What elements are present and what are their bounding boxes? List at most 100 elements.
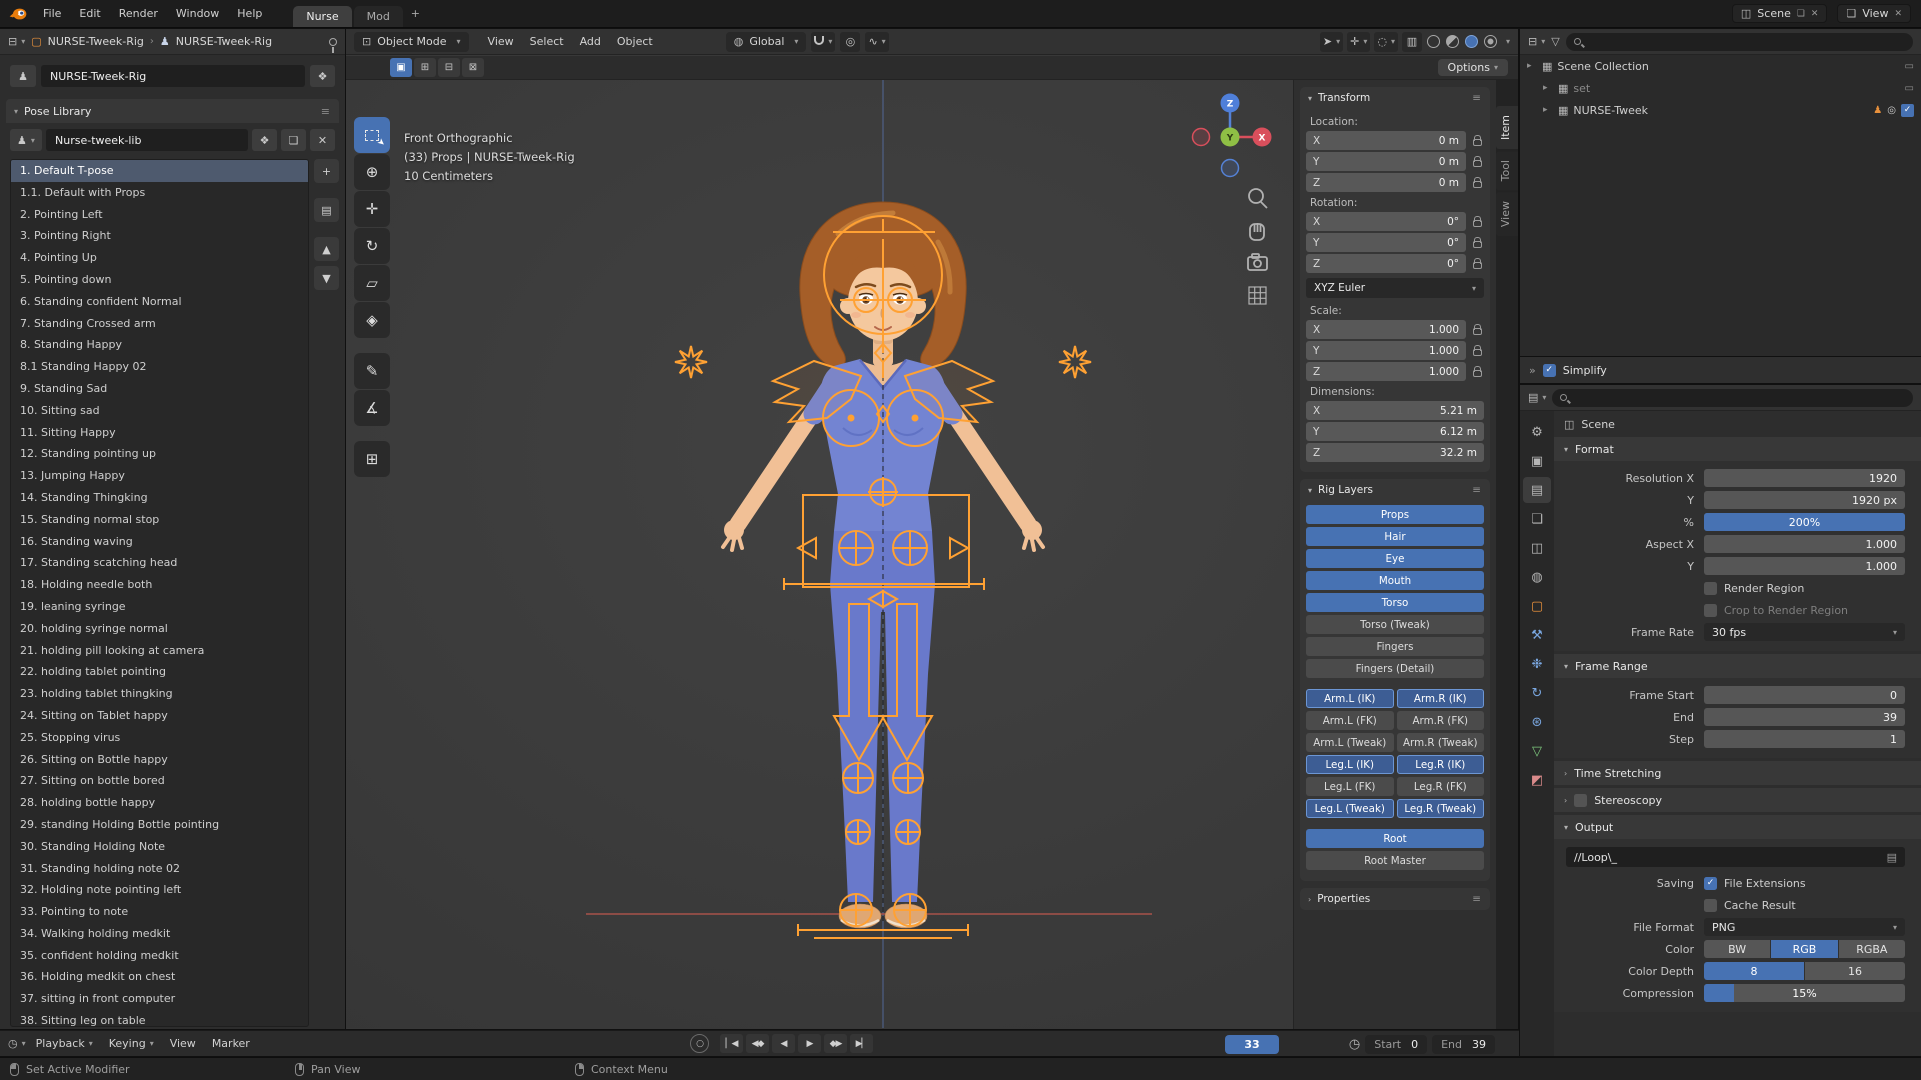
scene-selector[interactable]: ◫ Scene ❏ ✕: [1732, 4, 1828, 23]
outliner-search-input[interactable]: [1566, 33, 1913, 51]
view-layer-selector[interactable]: ❏ View ✕: [1837, 4, 1911, 23]
format-panel-header[interactable]: ▾ Format: [1554, 437, 1921, 461]
pose-list-item[interactable]: 20. holding syringe normal: [11, 618, 308, 640]
breadcrumb-data[interactable]: NURSE-Tweek-Rig: [176, 35, 272, 48]
format-y-field[interactable]: 1.000: [1704, 557, 1905, 575]
rig-layer-hair[interactable]: Hair: [1306, 527, 1484, 546]
jump-to-end-button[interactable]: ▶▏: [850, 1034, 873, 1053]
move-pose-down-button[interactable]: ▼: [314, 266, 339, 290]
tool-annotate[interactable]: ✎: [354, 353, 390, 389]
rig-layer-eye[interactable]: Eye: [1306, 549, 1484, 568]
shading-wireframe-button[interactable]: [1427, 35, 1440, 48]
properties-tab-view-layer[interactable]: ❏: [1523, 506, 1551, 532]
pose-list-item[interactable]: 34. Walking holding medkit: [11, 923, 308, 945]
pose-list-item[interactable]: 29. standing Holding Bottle pointing: [11, 814, 308, 836]
next-keyframe-button[interactable]: ◆▶: [824, 1034, 847, 1053]
pose-specials-button[interactable]: ▤: [314, 198, 339, 222]
properties-tab-scene[interactable]: ◫: [1523, 535, 1551, 561]
pose-list-item[interactable]: 8. Standing Happy: [11, 334, 308, 356]
rig-layer-arm-l-fk[interactable]: Arm.L (FK): [1306, 711, 1394, 730]
outliner-row-set[interactable]: ▸▦set▭: [1520, 77, 1921, 99]
rig-layer-fingers-detail[interactable]: Fingers (Detail): [1306, 659, 1484, 678]
remove-view-layer-icon[interactable]: ✕: [1894, 9, 1902, 19]
lock-icon[interactable]: [1470, 135, 1484, 146]
properties-tab-tool[interactable]: ⚙: [1523, 419, 1551, 445]
viewport-menu-object[interactable]: Object: [609, 35, 661, 48]
pose-list-item[interactable]: 1.1. Default with Props: [11, 182, 308, 204]
transform-location-z-field[interactable]: Z0 m: [1306, 173, 1466, 192]
timeline-menu-playback[interactable]: Playback▾: [28, 1037, 101, 1050]
editor-type-icon[interactable]: ◷▾: [8, 1037, 26, 1050]
folder-icon[interactable]: ▤: [1887, 851, 1897, 864]
viewport-menu-select[interactable]: Select: [522, 35, 572, 48]
menu-window[interactable]: Window: [167, 0, 228, 28]
transform-dimensions-z-field[interactable]: Z32.2 m: [1306, 443, 1484, 462]
overlays-toggle[interactable]: ◌▾: [1374, 32, 1398, 52]
pose-list-item[interactable]: 17. Standing scatching head: [11, 552, 308, 574]
npanel-tab-tool[interactable]: Tool: [1496, 151, 1518, 190]
tool-rotate[interactable]: ↻: [354, 228, 390, 264]
disclosure-triangle-icon[interactable]: ▸: [1527, 61, 1537, 71]
pose-list-item[interactable]: 30. Standing Holding Note: [11, 836, 308, 858]
pose-list-item[interactable]: 2. Pointing Left: [11, 204, 308, 226]
transform-dimensions-x-field[interactable]: X5.21 m: [1306, 401, 1484, 420]
pose-list-item[interactable]: 7. Standing Crossed arm: [11, 313, 308, 335]
tool-scale[interactable]: ▱: [354, 265, 390, 301]
filter-icon[interactable]: ▽: [1551, 35, 1559, 48]
fake-user-shield-icon[interactable]: ❖: [310, 65, 335, 87]
stereoscopy-checkbox[interactable]: [1574, 794, 1587, 807]
rig-layer-root-master[interactable]: Root Master: [1306, 851, 1484, 870]
properties-tab-output[interactable]: ▤: [1523, 477, 1551, 503]
pose-list-item[interactable]: 27. Sitting on bottle bored: [11, 770, 308, 792]
output-panel-header[interactable]: ▾ Output: [1554, 815, 1921, 839]
menu-help[interactable]: Help: [228, 0, 271, 28]
pose-list-item[interactable]: 37. sitting in front computer: [11, 988, 308, 1010]
rig-layer-mouth[interactable]: Mouth: [1306, 571, 1484, 590]
format-resolution-x-field[interactable]: 1920: [1704, 469, 1905, 487]
pose-list-item[interactable]: 38. Sitting leg on table: [11, 1010, 308, 1027]
duplicate-library-icon[interactable]: ❏: [281, 129, 306, 151]
lock-icon[interactable]: [1470, 177, 1484, 188]
shading-material-button[interactable]: [1465, 35, 1478, 48]
rig-layer-arm-l-tweak[interactable]: Arm.L (Tweak): [1306, 733, 1394, 752]
new-scene-icon[interactable]: ❏: [1797, 9, 1805, 19]
axis-negative-x[interactable]: [1193, 129, 1210, 146]
jump-to-start-button[interactable]: ▏◀: [720, 1034, 743, 1053]
properties-panel-header[interactable]: › Properties ≡: [1300, 888, 1490, 910]
transform-location-y-field[interactable]: Y0 m: [1306, 152, 1466, 171]
select-mode-subtract[interactable]: ⊟: [438, 58, 460, 77]
pose-list-item[interactable]: 22. holding tablet pointing: [11, 661, 308, 683]
selectability-visibility-dropdown[interactable]: ➤▾: [1320, 32, 1343, 52]
editor-type-icon[interactable]: ⊟▾: [8, 35, 25, 48]
pose-list-item[interactable]: 16. Standing waving: [11, 531, 308, 553]
play-reverse-button[interactable]: ◀: [772, 1034, 795, 1053]
rig-layers-panel-header[interactable]: ▾ Rig Layers ≡: [1300, 479, 1490, 501]
output-color-depth-option-8[interactable]: 8: [1704, 962, 1804, 980]
move-pose-up-button[interactable]: ▲: [314, 237, 339, 261]
timeline-menu-keying[interactable]: Keying▾: [101, 1037, 162, 1050]
play-button[interactable]: ▶: [798, 1034, 821, 1053]
timeline-menu-view[interactable]: View: [162, 1037, 204, 1050]
pin-icon[interactable]: [329, 38, 337, 46]
current-frame-field[interactable]: 33: [1225, 1035, 1279, 1054]
pose-list-item[interactable]: 35. confident holding medkit: [11, 945, 308, 967]
viewport-menu-view[interactable]: View: [480, 35, 522, 48]
pose-list-item[interactable]: 18. Holding needle both: [11, 574, 308, 596]
add-pose-button[interactable]: +: [314, 159, 339, 183]
rig-layer-arm-r-ik[interactable]: Arm.R (IK): [1397, 689, 1485, 708]
axis-negative-z[interactable]: [1222, 160, 1239, 177]
pose-list-item[interactable]: 10. Sitting sad: [11, 400, 308, 422]
pose-list-item[interactable]: 14. Standing Thingking: [11, 487, 308, 509]
transform-dimensions-y-field[interactable]: Y6.12 m: [1306, 422, 1484, 441]
lock-icon[interactable]: [1470, 216, 1484, 227]
tool-add-cube[interactable]: ⊞: [354, 441, 390, 477]
output-cache-result-checkbox[interactable]: [1704, 899, 1717, 912]
proportional-editing-toggle[interactable]: ◎: [840, 32, 860, 52]
output-path-field[interactable]: //Loop\_ ▤: [1566, 847, 1905, 867]
add-workspace-button[interactable]: +: [403, 3, 428, 24]
menu-file[interactable]: File: [34, 0, 70, 28]
lock-icon[interactable]: [1470, 324, 1484, 335]
unlink-library-icon[interactable]: ✕: [310, 129, 335, 151]
properties-tab-object-data[interactable]: ▽: [1523, 738, 1551, 764]
pose-list-item[interactable]: 28. holding bottle happy: [11, 792, 308, 814]
